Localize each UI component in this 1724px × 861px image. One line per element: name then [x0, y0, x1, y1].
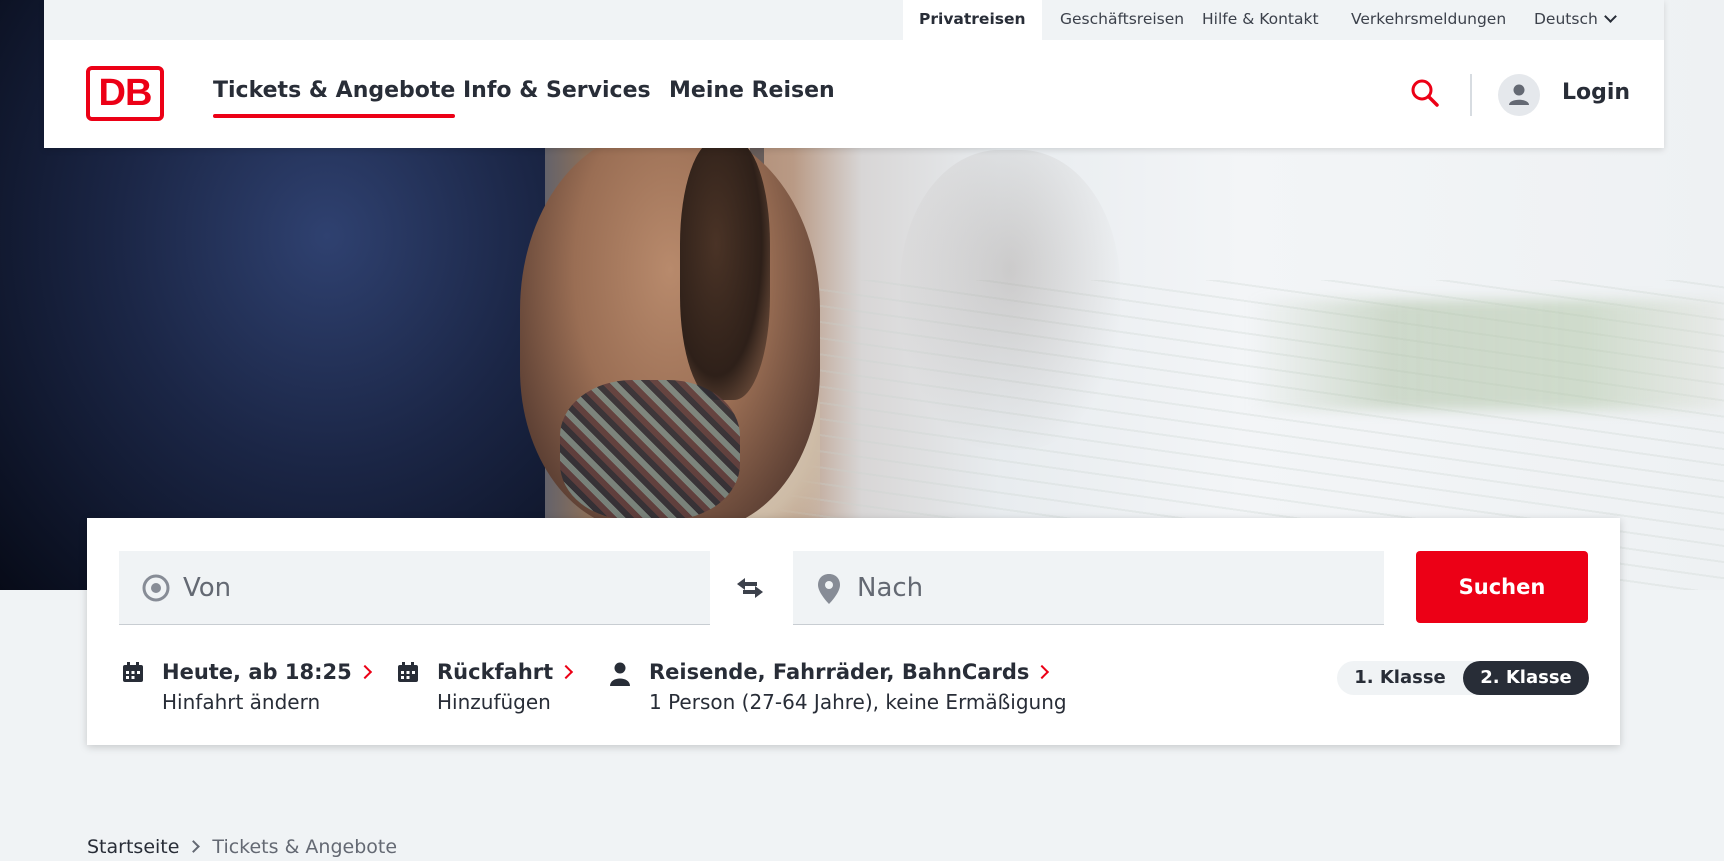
- from-field[interactable]: Von: [119, 551, 710, 625]
- chevron-right-icon: [357, 664, 372, 680]
- breadcrumb: Startseite Tickets & Angebote: [87, 836, 397, 858]
- outbound-subtitle: Hinfahrt ändern: [162, 690, 321, 714]
- calendar-icon: [398, 662, 418, 682]
- calendar-icon: [123, 662, 143, 682]
- breadcrumb-home[interactable]: Startseite: [87, 836, 179, 858]
- chevron-right-icon: [187, 840, 201, 853]
- site-header: Privatreisen Geschäftsreisen Hilfe & Kon…: [44, 0, 1664, 148]
- header-divider: [1470, 74, 1472, 116]
- login-link[interactable]: Login: [1562, 80, 1630, 105]
- outbound-title: Heute, ab 18:25: [162, 660, 352, 684]
- travel-class-toggle: 1. Klasse 2. Klasse: [1337, 661, 1589, 695]
- return-date-option[interactable]: Rückfahrt Hinzufügen: [398, 660, 574, 714]
- meta-nav-privatreisen[interactable]: Privatreisen: [903, 0, 1042, 40]
- language-selector[interactable]: Deutsch: [1518, 0, 1631, 40]
- search-button[interactable]: [1410, 78, 1440, 108]
- location-pin-icon: [818, 574, 840, 604]
- meta-navigation: Privatreisen Geschäftsreisen Hilfe & Kon…: [44, 0, 1664, 40]
- avatar[interactable]: [1498, 74, 1540, 116]
- to-placeholder: Nach: [857, 573, 924, 603]
- chevron-right-icon: [1035, 664, 1050, 680]
- travellers-option[interactable]: Reisende, Fahrräder, BahnCards 1 Person …: [610, 660, 1067, 714]
- language-label: Deutsch: [1534, 10, 1598, 28]
- nav-tickets-angebote[interactable]: Tickets & Angebote: [213, 78, 456, 118]
- search-icon: [1411, 79, 1439, 107]
- to-field[interactable]: Nach: [793, 551, 1384, 625]
- from-placeholder: Von: [183, 573, 232, 603]
- chevron-right-icon: [559, 664, 574, 680]
- return-title: Rückfahrt: [437, 660, 554, 684]
- swap-icon: [737, 578, 763, 598]
- travellers-title: Reisende, Fahrräder, BahnCards: [649, 660, 1030, 684]
- meta-nav-hilfe-kontakt[interactable]: Hilfe & Kontakt: [1186, 0, 1335, 40]
- origin-icon: [142, 574, 170, 602]
- meta-nav-geschaeftsreisen[interactable]: Geschäftsreisen: [1044, 0, 1200, 40]
- breadcrumb-current: Tickets & Angebote: [212, 836, 398, 858]
- nav-info-services[interactable]: Info & Services: [463, 78, 651, 103]
- chevron-down-icon: [1603, 10, 1617, 23]
- swap-button[interactable]: [735, 576, 765, 600]
- outbound-date-option[interactable]: Heute, ab 18:25 Hinfahrt ändern: [123, 660, 372, 714]
- journey-search-card: Von Nach Suchen Heute, ab 18:25 Hinfahrt…: [87, 518, 1620, 745]
- db-logo[interactable]: DB: [86, 66, 164, 121]
- nav-meine-reisen[interactable]: Meine Reisen: [669, 78, 835, 103]
- class-option-first[interactable]: 1. Klasse: [1337, 661, 1463, 695]
- meta-nav-verkehrsmeldungen[interactable]: Verkehrsmeldungen: [1335, 0, 1522, 40]
- person-icon: [610, 662, 630, 686]
- travellers-subtitle: 1 Person (27-64 Jahre), keine Ermäßigung: [649, 690, 1067, 714]
- search-submit-button[interactable]: Suchen: [1416, 551, 1588, 623]
- user-icon: [1509, 84, 1529, 105]
- class-option-second[interactable]: 2. Klasse: [1463, 661, 1589, 695]
- return-subtitle: Hinzufügen: [437, 690, 551, 714]
